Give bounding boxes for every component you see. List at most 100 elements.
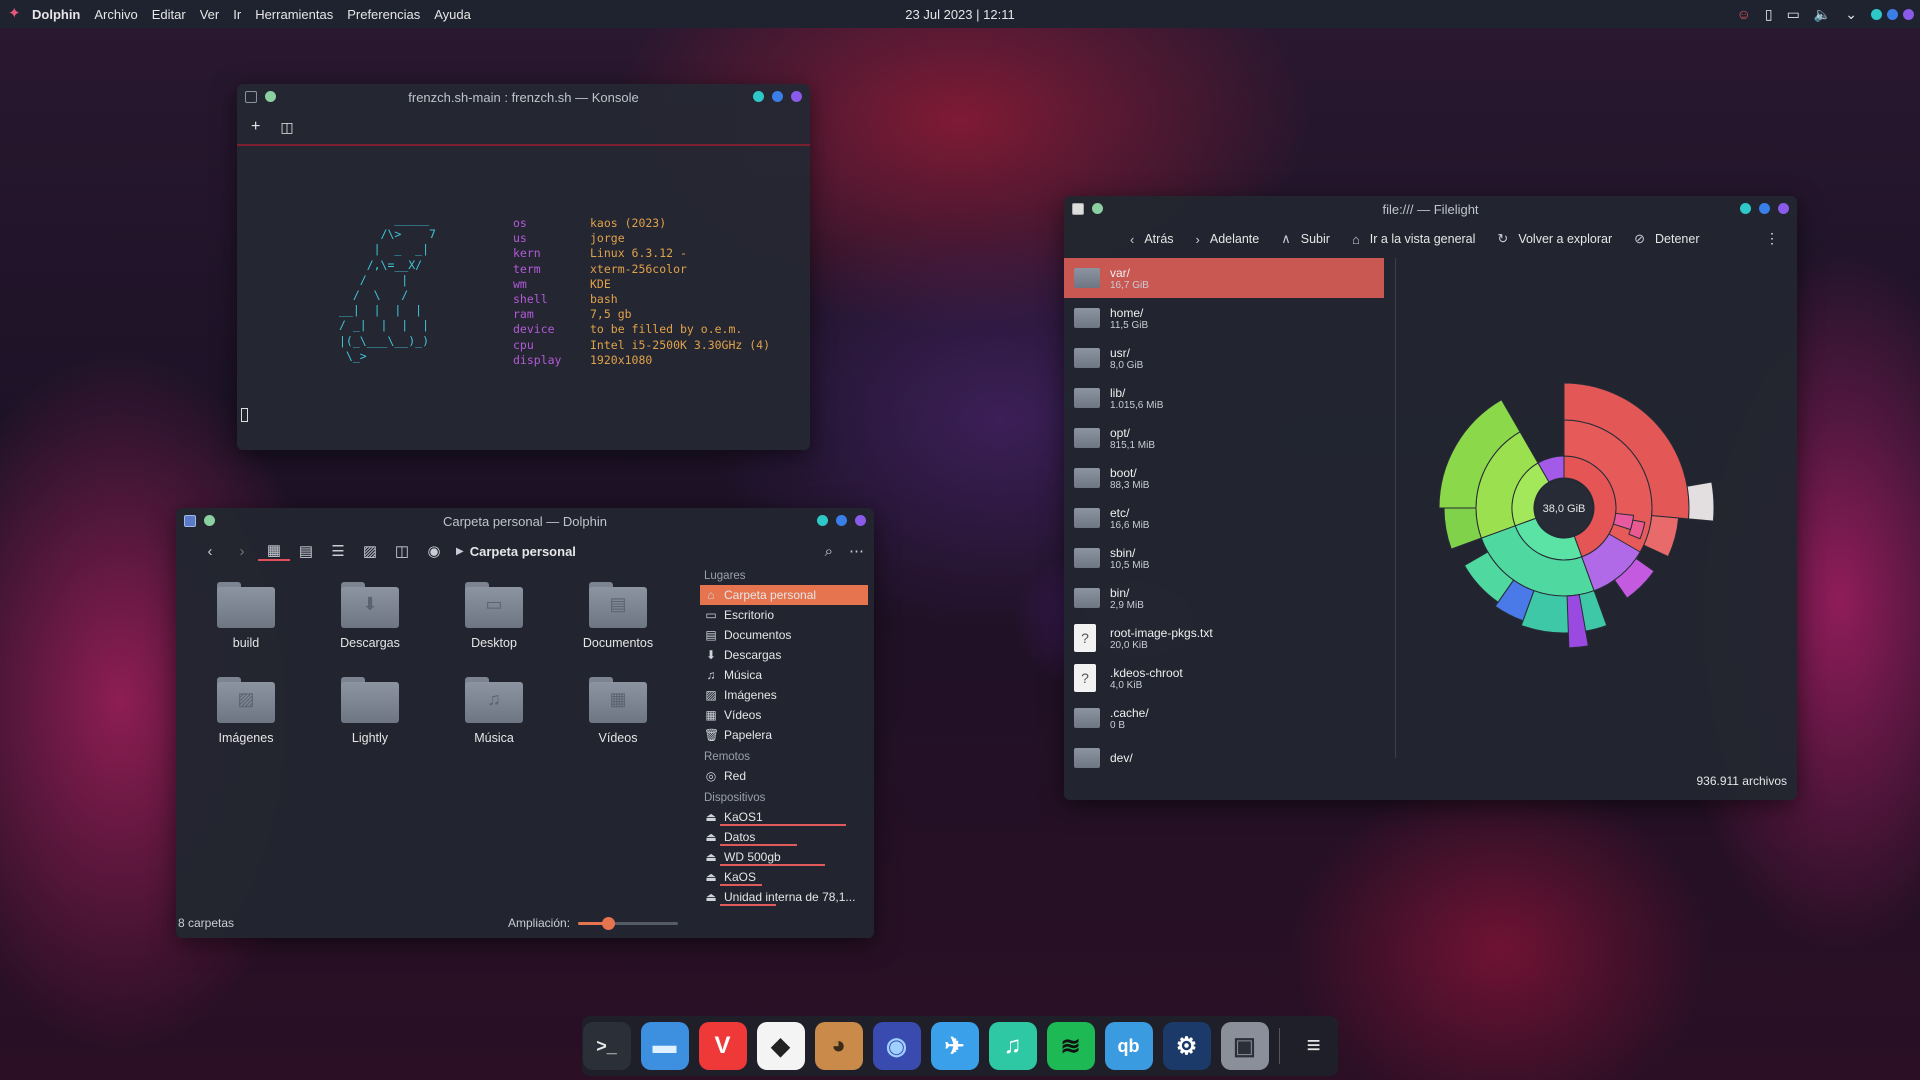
- zoom-slider-handle[interactable]: [602, 916, 616, 930]
- place-red[interactable]: ◎ Red: [694, 766, 872, 786]
- directory-entry[interactable]: boot/88,3 MiB: [1064, 458, 1384, 498]
- directory-entry[interactable]: sbin/10,5 MiB: [1064, 538, 1384, 578]
- place-vídeos[interactable]: ▦ Vídeos: [694, 705, 872, 725]
- folder-item[interactable]: ▦ Vídeos: [556, 663, 680, 758]
- place-documentos[interactable]: ▤ Documentos: [694, 625, 872, 645]
- place-datos[interactable]: ⏏ Datos: [694, 827, 872, 847]
- toolbar-adelante-button[interactable]: › Adelante: [1196, 232, 1260, 247]
- menu-kebab-icon[interactable]: ⋮: [1765, 230, 1779, 247]
- filelight-titlebar[interactable]: file:/// — Filelight: [1064, 196, 1797, 222]
- toolbar-detener-button[interactable]: ⊘ Detener: [1634, 231, 1699, 247]
- place-kaos[interactable]: ⏏ KaOS: [694, 867, 872, 887]
- split-view-icon[interactable]: ◫: [280, 119, 293, 136]
- more-options-icon[interactable]: ⋯: [849, 542, 864, 560]
- menu-ayuda[interactable]: Ayuda: [434, 7, 471, 22]
- place-carpeta-personal[interactable]: ⌂ Carpeta personal: [700, 585, 868, 605]
- eye-icon[interactable]: ◉: [418, 542, 450, 560]
- folder-item[interactable]: ♫ Música: [432, 663, 556, 758]
- usr-deep-segment[interactable]: [1443, 507, 1482, 550]
- maximize-dot[interactable]: [1887, 8, 1898, 20]
- directory-entry[interactable]: bin/2,9 MiB: [1064, 578, 1384, 618]
- inkscape-icon[interactable]: ◆: [756, 1022, 805, 1070]
- var-outer-segment[interactable]: [1686, 481, 1715, 522]
- window-menu-icon[interactable]: [1072, 203, 1084, 215]
- music-icon[interactable]: ♫: [988, 1022, 1037, 1070]
- close-button[interactable]: [1778, 203, 1789, 214]
- close-dot[interactable]: [1903, 8, 1914, 20]
- device-icon[interactable]: ▯: [1765, 6, 1773, 23]
- panel-divider[interactable]: [1395, 258, 1396, 758]
- compact-view-icon[interactable]: ▤: [290, 542, 322, 560]
- volume-icon[interactable]: 🔈: [1814, 6, 1831, 23]
- clock-label[interactable]: 23 Jul 2023 | 12:11: [905, 7, 1014, 22]
- close-button[interactable]: [791, 91, 802, 102]
- window-menu-icon[interactable]: [184, 515, 196, 527]
- directory-entry[interactable]: ? .kdeos-chroot 4,0 KiB: [1064, 658, 1384, 698]
- minimize-button[interactable]: [1740, 203, 1751, 214]
- forward-icon[interactable]: ›: [226, 543, 258, 560]
- toolbar-volver-a-explorar-button[interactable]: ↻ Volver a explorar: [1497, 231, 1612, 247]
- terminal-area[interactable]: _____ /\> 7 | _ _| /,\=__X/ / | / \ / __…: [237, 146, 810, 450]
- maximize-button[interactable]: [1759, 203, 1770, 214]
- place-papelera[interactable]: 🗑 Papelera: [694, 725, 872, 745]
- spotify-icon[interactable]: ≋: [1046, 1022, 1095, 1070]
- display-icon[interactable]: ▭: [1787, 6, 1800, 23]
- zoom-slider[interactable]: [578, 916, 679, 930]
- maximize-button[interactable]: [772, 91, 783, 102]
- keepass-icon[interactable]: ◉: [872, 1022, 921, 1070]
- pin-dot[interactable]: [1092, 203, 1103, 214]
- directory-entry[interactable]: opt/815,1 MiB: [1064, 418, 1384, 458]
- place-wd-500gb[interactable]: ⏏ WD 500gb: [694, 847, 872, 867]
- menu-preferencias[interactable]: Preferencias: [347, 7, 420, 22]
- split-icon[interactable]: ◫: [386, 542, 418, 560]
- folder-item[interactable]: ▤ Documentos: [556, 568, 680, 663]
- directory-entry[interactable]: usr/8,0 GiB: [1064, 338, 1384, 378]
- kaos-launcher-icon[interactable]: ✦: [8, 6, 24, 22]
- directory-entry[interactable]: .cache/0 B: [1064, 698, 1384, 738]
- window-menu-icon[interactable]: [245, 91, 257, 103]
- kde-connect-icon[interactable]: ✈: [930, 1022, 979, 1070]
- menu-editar[interactable]: Editar: [152, 7, 186, 22]
- konsole-icon[interactable]: >_: [582, 1022, 631, 1070]
- icons-view-icon[interactable]: ▦: [258, 541, 290, 561]
- preview-icon[interactable]: ▨: [354, 542, 386, 560]
- place-kaos1[interactable]: ⏏ KaOS1: [694, 807, 872, 827]
- gimp-icon[interactable]: ◕: [814, 1022, 863, 1070]
- back-icon[interactable]: ‹: [194, 543, 226, 560]
- toolbar-ir-a-la-vista-general-button[interactable]: ⌂ Ir a la vista general: [1352, 232, 1475, 247]
- folder-item[interactable]: ▭ Desktop: [432, 568, 556, 663]
- folder-item[interactable]: Lightly: [308, 663, 432, 758]
- folder-item[interactable]: build: [184, 568, 308, 663]
- dolphin-titlebar[interactable]: Carpeta personal — Dolphin: [176, 508, 874, 534]
- place-unidad-interna-de-78-1-[interactable]: ⏏ Unidad interna de 78,1...: [694, 887, 872, 907]
- menu-icon[interactable]: ≡: [1290, 1022, 1338, 1070]
- pin-dot[interactable]: [204, 515, 215, 526]
- chevron-down-icon[interactable]: ⌄: [1845, 6, 1857, 23]
- menu-ir[interactable]: Ir: [233, 7, 241, 22]
- directory-entry[interactable]: var/16,7 GiB: [1064, 258, 1384, 298]
- breadcrumb[interactable]: Carpeta personal: [470, 544, 576, 559]
- dolphin-icon[interactable]: ▬: [640, 1022, 689, 1070]
- directory-entry[interactable]: lib/1.015,6 MiB: [1064, 378, 1384, 418]
- minimize-button[interactable]: [817, 515, 828, 526]
- menu-herramientas[interactable]: Herramientas: [255, 7, 333, 22]
- menu-archivo[interactable]: Archivo: [94, 7, 137, 22]
- new-tab-icon[interactable]: +: [251, 118, 260, 136]
- pin-dot[interactable]: [265, 91, 276, 102]
- folder-item[interactable]: ⬇ Descargas: [308, 568, 432, 663]
- place-imágenes[interactable]: ▨ Imágenes: [694, 685, 872, 705]
- place-música[interactable]: ♫ Música: [694, 665, 872, 685]
- directory-entry[interactable]: home/11,5 GiB: [1064, 298, 1384, 338]
- folder-item[interactable]: ▨ Imágenes: [184, 663, 308, 758]
- vivaldi-icon[interactable]: V: [698, 1022, 747, 1070]
- directory-entry[interactable]: etc/16,6 MiB: [1064, 498, 1384, 538]
- close-button[interactable]: [855, 515, 866, 526]
- minimize-dot[interactable]: [1871, 8, 1882, 20]
- toolbar-subir-button[interactable]: ∧ Subir: [1281, 231, 1330, 247]
- toolbar-atrás-button[interactable]: ‹ Atrás: [1130, 232, 1174, 247]
- place-escritorio[interactable]: ▭ Escritorio: [694, 605, 872, 625]
- steam-icon[interactable]: ⚙: [1162, 1022, 1211, 1070]
- details-view-icon[interactable]: ☰: [322, 542, 354, 560]
- directory-entry[interactable]: ? root-image-pkgs.txt 20,0 KiB: [1064, 618, 1384, 658]
- directory-entry[interactable]: dev/: [1064, 738, 1384, 778]
